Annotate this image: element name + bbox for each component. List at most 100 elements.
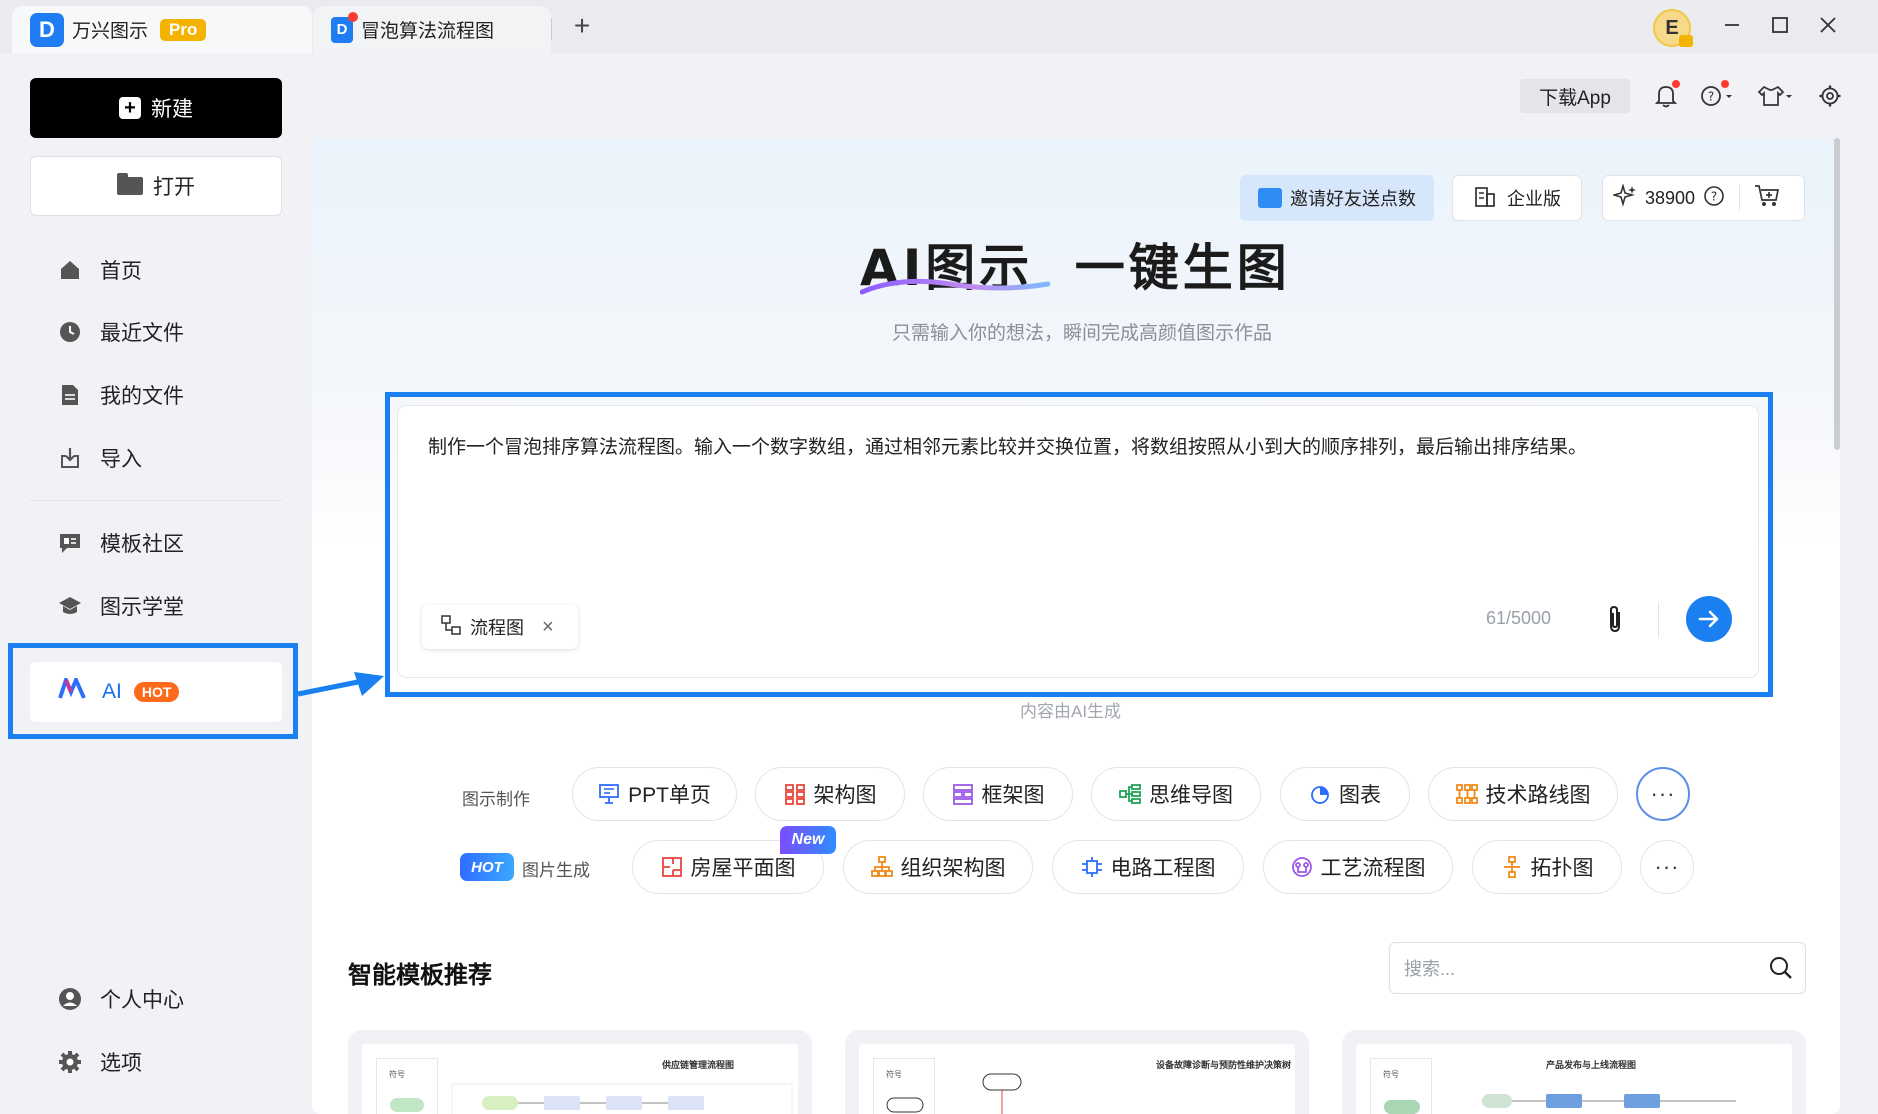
sidebar-item-label: 图示学堂 [100,596,184,619]
community-icon [58,531,82,555]
chip-remove-icon[interactable]: × [542,616,554,639]
template-card[interactable]: 符号 供应链管理流程图 [348,1030,812,1114]
sidebar-item-label: 我的文件 [100,385,184,408]
architecture-icon [784,783,806,805]
sidebar-item-options[interactable]: 选项 [58,1044,142,1080]
arrow-right-icon [1698,610,1719,628]
new-tag: New [780,826,836,854]
template-preview: 符号 设备故障诊断与预防性维护决策树 [859,1044,1295,1114]
new-button[interactable]: + 新建 [30,78,282,138]
vip-crown-icon [1679,35,1693,47]
ppt-icon [598,783,620,805]
sidebar-item-profile[interactable]: 个人中心 [58,981,184,1017]
search-input[interactable] [1404,955,1744,983]
sidebar-item-recent[interactable]: 最近文件 [58,314,184,350]
sidebar-item-label: 最近文件 [100,322,184,345]
template-thumbnail [886,1073,1022,1114]
send-button[interactable] [1686,596,1732,642]
close-icon[interactable] [1813,12,1843,42]
section-title: 智能模板推荐 [348,962,492,989]
template-card[interactable]: 符号 产品发布与上线流程图 [1342,1030,1806,1114]
sidebar-item-home[interactable]: 首页 [58,252,142,288]
row1-label: 图示制作 [462,790,530,809]
app-logo-icon: D [30,12,64,47]
avatar-initial: E [1665,16,1679,39]
circuit-icon [1081,856,1103,878]
bell-icon[interactable] [1650,80,1682,112]
cart-icon[interactable] [1754,184,1780,213]
points-divider [1739,185,1741,211]
tab-document-label: 冒泡算法流程图 [361,21,495,42]
row2-more-button[interactable]: ··· [1640,840,1694,894]
new-tab-button[interactable]: + [567,10,597,42]
pill-process-flow[interactable]: 工艺流程图 [1263,840,1453,894]
pill-framework[interactable]: 框架图 [923,767,1073,821]
points-help-icon[interactable]: ? [1703,185,1725,212]
pill-label: 工艺流程图 [1320,857,1426,880]
sidebar-item-my-files[interactable]: 我的文件 [58,377,184,413]
tab-divider [551,18,552,40]
pill-label: 图表 [1339,784,1381,807]
pill-tech-roadmap[interactable]: 技术路线图 [1428,767,1618,821]
home-icon [58,258,82,282]
flowchart-chip[interactable]: 流程图 × [422,605,578,649]
pill-label: 组织架构图 [900,857,1006,880]
sidebar-item-academy[interactable]: 图示学堂 [58,588,184,624]
enterprise-button[interactable]: 企业版 [1452,175,1582,221]
pill-mindmap[interactable]: 思维导图 [1091,767,1261,821]
hero-subtitle: 只需输入你的想法，瞬间完成高颜值图示作品 [891,323,1272,344]
hero-swoosh-decoration [860,278,1050,295]
row2-label: 图片生成 [522,861,590,880]
pill-ppt[interactable]: PPT单页 [572,767,737,821]
pill-label: 电路工程图 [1110,857,1216,880]
settings-icon[interactable] [1814,80,1846,112]
sidebar-item-label: 导入 [100,448,142,471]
minimize-icon[interactable] [1717,12,1747,42]
new-button-label: 新建 [151,98,193,121]
tab-home[interactable]: D 万兴图示 Pro [12,6,312,53]
hero-title-suffix: 一键生图 [1074,239,1291,297]
image-gen-hot-tag: HOT [460,853,514,881]
sidebar-item-label: 首页 [100,260,142,283]
enterprise-label: 企业版 [1507,189,1561,209]
invite-friends-button[interactable]: 邀请好友送点数 [1240,175,1434,221]
scrollbar[interactable] [1834,138,1840,450]
search-icon[interactable] [1769,956,1793,985]
download-app-button[interactable]: 下载App [1520,79,1630,113]
ai-generated-note: 内容由AI生成 [1020,702,1122,721]
pill-architecture[interactable]: 架构图 [755,767,905,821]
template-preview: 符号 产品发布与上线流程图 [1356,1044,1792,1114]
maximize-icon[interactable] [1765,12,1795,42]
tab-home-label: 万兴图示 [72,21,149,42]
avatar[interactable]: E [1653,9,1693,47]
tab-document[interactable]: D 冒泡算法流程图 [313,6,551,53]
template-thumbnail [1384,1094,1736,1114]
notification-dot [1672,80,1680,88]
pill-topology[interactable]: 拓扑图 [1472,840,1622,894]
open-button[interactable]: 打开 [30,156,282,216]
attach-icon[interactable] [1600,602,1630,636]
sidebar-item-label: 模板社区 [100,533,184,556]
help-menu-icon[interactable]: ? [1697,80,1737,112]
graduation-cap-icon [58,594,82,618]
hot-badge: HOT [133,682,180,702]
points-value: 38900 [1645,187,1696,208]
pill-org-chart[interactable]: 组织架构图 [843,840,1033,894]
pill-circuit[interactable]: 电路工程图 [1052,840,1244,894]
help-dot [1721,80,1729,88]
prompt-divider [1658,602,1659,638]
sidebar-item-import[interactable]: 导入 [58,440,142,476]
template-search[interactable] [1389,942,1806,994]
plus-icon: + [119,97,141,119]
sidebar-item-template-community[interactable]: 模板社区 [58,525,184,561]
template-card[interactable]: 符号 设备故障诊断与预防性维护决策树 [845,1030,1309,1114]
sidebar-item-ai[interactable]: AI HOT [30,662,282,722]
shirt-theme-icon[interactable] [1754,80,1796,112]
process-flow-icon [1291,856,1313,878]
pill-chart[interactable]: 图表 [1280,767,1410,821]
gear-icon [58,1050,82,1074]
folder-icon [117,173,143,195]
svg-text:?: ? [1711,189,1717,203]
prompt-textarea[interactable]: 制作一个冒泡排序算法流程图。输入一个数字数组，通过相邻元素比较并交换位置，将数组… [428,434,1728,462]
row1-more-button[interactable]: ··· [1636,767,1690,821]
